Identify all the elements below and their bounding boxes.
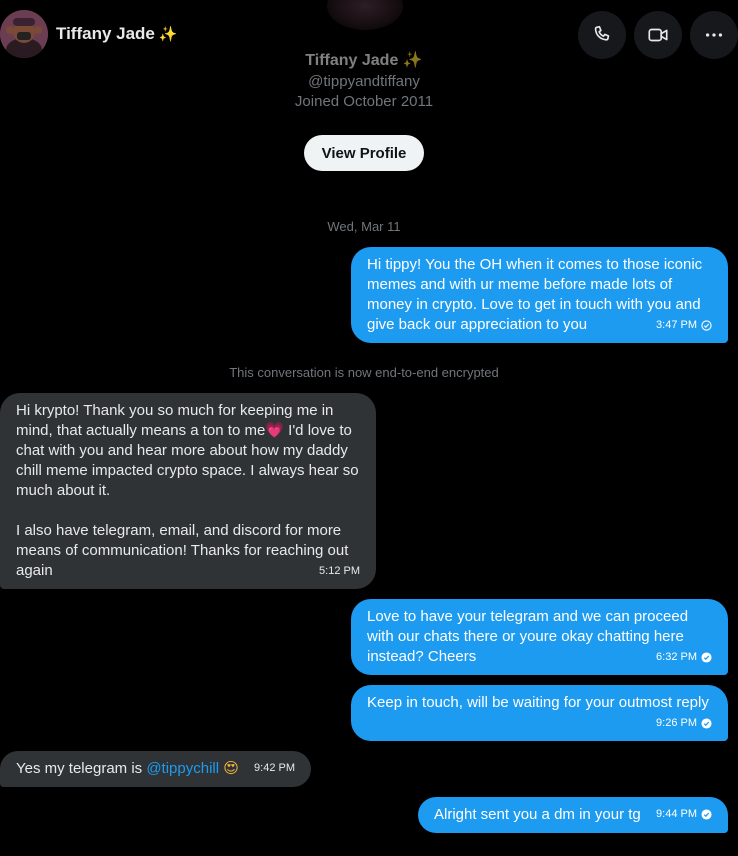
message-time: 9:44 PM (656, 808, 697, 820)
heart-emoji-icon: 💗 (265, 422, 284, 439)
message-text: Hi krypto! Thank you so much for keeping… (16, 401, 360, 581)
encryption-note: This conversation is now end-to-end encr… (229, 365, 499, 380)
message-incoming[interactable]: Hi krypto! Thank you so much for keeping… (0, 393, 376, 589)
message-text-part: Yes my telegram is (16, 760, 147, 777)
message-outgoing[interactable]: Alright sent you a dm in your tg 9:44 PM (418, 797, 728, 833)
message-outgoing[interactable]: Love to have your telegram and we can pr… (351, 599, 728, 675)
message-meta: 9:42 PM (254, 758, 295, 778)
message-incoming[interactable]: Yes my telegram is @tippychill 😍 9:42 PM (0, 751, 311, 787)
sent-check-icon (701, 319, 712, 331)
message-time: 9:26 PM (656, 717, 697, 729)
phone-icon (594, 25, 610, 41)
message-outgoing[interactable]: Keep in touch, will be waiting for your … (351, 685, 728, 741)
sparkles-icon: ✨ (158, 26, 178, 43)
message-outgoing[interactable]: Hi tippy! You the OH when it comes to th… (351, 247, 728, 343)
more-icon (705, 33, 723, 37)
profile-handle: @tippyandtiffany (308, 73, 420, 90)
message-meta: 9:26 PM (656, 713, 712, 733)
header-name[interactable]: Tiffany Jade ✨ (56, 24, 178, 44)
message-time: 6:32 PM (656, 651, 697, 663)
message-time: 9:42 PM (254, 762, 295, 774)
date-separator: Wed, Mar 11 (327, 219, 401, 234)
message-time: 3:47 PM (656, 319, 697, 331)
message-time: 5:12 PM (319, 565, 360, 577)
heart-eyes-emoji-icon: 😍 (223, 760, 239, 777)
profile-joined: Joined October 2011 (294, 93, 434, 110)
header-name-text: Tiffany Jade (56, 24, 155, 43)
read-check-icon (701, 651, 712, 663)
profile-name: Tiffany Jade ✨ (305, 52, 423, 69)
message-meta: 3:47 PM (656, 315, 712, 335)
profile-summary: Tiffany Jade ✨ @tippyandtiffany Joined O… (0, 50, 728, 112)
view-profile-button[interactable]: View Profile (304, 135, 424, 171)
read-check-icon (701, 808, 712, 820)
message-meta: 6:32 PM (656, 647, 712, 667)
telegram-mention-link[interactable]: @tippychill (146, 760, 219, 777)
read-check-icon (701, 717, 712, 729)
video-icon (648, 28, 668, 42)
message-text: Keep in touch, will be waiting for your … (367, 694, 709, 711)
message-text-part: I'd love to chat with you and hear more … (16, 422, 359, 579)
message-meta: 5:12 PM (319, 561, 360, 581)
message-meta: 9:44 PM (656, 804, 712, 824)
